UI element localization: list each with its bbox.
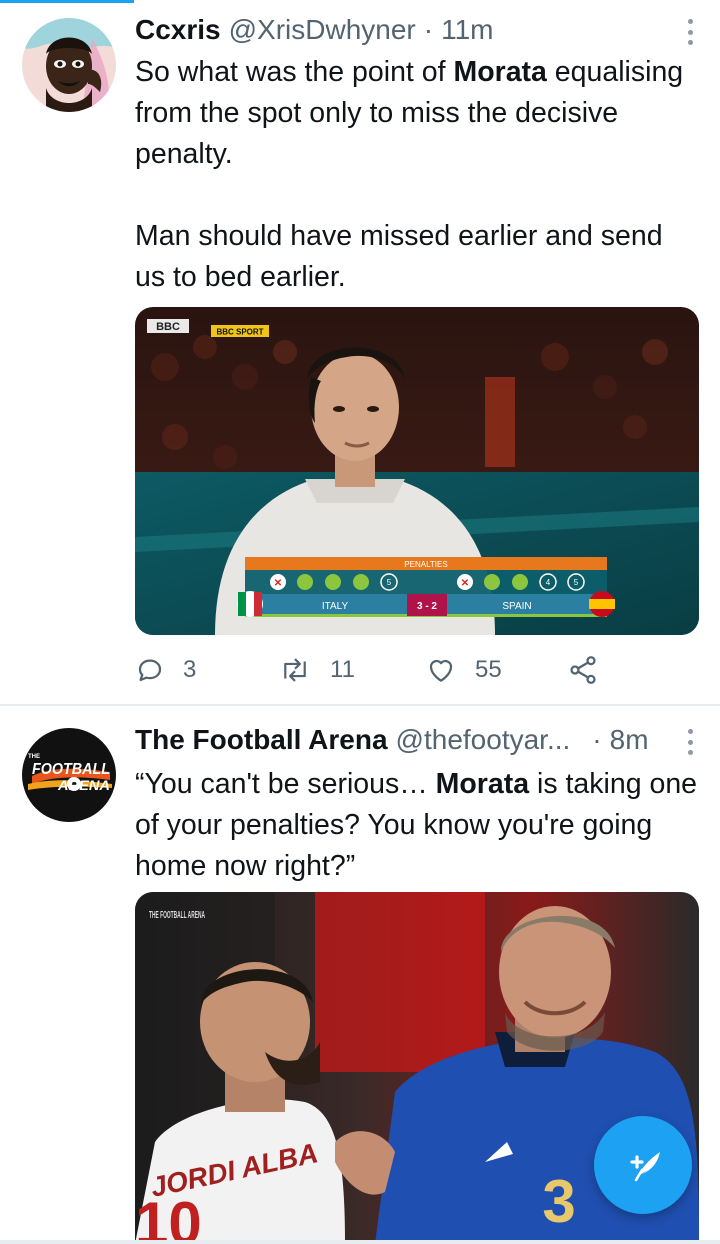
more-icon[interactable] bbox=[684, 729, 696, 755]
timestamp[interactable]: 11m bbox=[441, 14, 493, 46]
author-handle[interactable]: @thefootyar... bbox=[396, 724, 571, 756]
like-count: 55 bbox=[475, 656, 502, 683]
tweet-header: The Football Arena @thefootyar... · 8m bbox=[135, 722, 700, 758]
tweet-text: So what was the point of Morata equalisi… bbox=[135, 52, 700, 298]
tweet-paragraph: So what was the point of Morata equalisi… bbox=[135, 52, 700, 175]
broadcaster-sport-logo: BBC SPORT bbox=[216, 328, 263, 337]
svg-text:✕: ✕ bbox=[274, 578, 282, 589]
broadcaster-logo: BBC bbox=[156, 321, 180, 333]
tweet-image[interactable]: BBC BBC SPORT PENALTIES ✕ 5 ✕ 4 5 ITALY … bbox=[135, 307, 699, 635]
image-watermark: THE FOOTBALL ARENA bbox=[149, 910, 205, 921]
like-icon bbox=[429, 659, 453, 682]
timestamp[interactable]: 8m bbox=[610, 724, 649, 756]
text-span: So what was the point of bbox=[135, 56, 454, 88]
author-handle[interactable]: @XrisDwhyner bbox=[229, 14, 416, 46]
separator-dot: · bbox=[423, 14, 434, 45]
author-name[interactable]: Ccxris bbox=[135, 14, 221, 46]
home-team-name: ITALY bbox=[322, 601, 349, 612]
tweet-paragraph: Man should have missed earlier and send … bbox=[135, 220, 663, 293]
svg-text:5: 5 bbox=[574, 578, 579, 587]
svg-text:5: 5 bbox=[387, 578, 392, 587]
away-team-name: SPAIN bbox=[502, 601, 531, 612]
jersey-number-left: 10 bbox=[135, 1190, 202, 1244]
tweet[interactable]: Ccxris @XrisDwhyner · 11m So what was th… bbox=[0, 0, 720, 704]
reply-count: 3 bbox=[183, 656, 197, 683]
avatar-prefix: THE bbox=[28, 754, 40, 760]
highlighted-term: Morata bbox=[435, 768, 530, 800]
share-button[interactable] bbox=[567, 650, 617, 690]
penalty-score: 3 - 2 bbox=[417, 601, 437, 612]
retweet-icon bbox=[284, 658, 306, 682]
share-icon bbox=[570, 656, 596, 684]
highlighted-term: Morata bbox=[453, 56, 547, 88]
tweet-text: “You can't be serious… Morata is taking … bbox=[135, 764, 700, 887]
jersey-number-right: 3 bbox=[542, 1168, 575, 1235]
avatar-text-football: FOOTBALL bbox=[32, 761, 110, 778]
reply-icon bbox=[138, 659, 162, 682]
scoreboard-title: PENALTIES bbox=[404, 560, 447, 569]
avatar[interactable]: THE FOOTBALL ARENA bbox=[22, 728, 116, 822]
svg-text:4: 4 bbox=[546, 578, 551, 587]
retweet-button[interactable]: 11 bbox=[278, 650, 355, 690]
penalty-scoreboard: PENALTIES ✕ 5 ✕ 4 5 ITALY 3 - 2 SPAIN bbox=[237, 557, 615, 617]
separator-dot: · bbox=[592, 724, 602, 755]
text-span: “You can't be serious… bbox=[135, 768, 436, 800]
more-icon[interactable] bbox=[684, 19, 696, 45]
tweet-header: Ccxris @XrisDwhyner · 11m bbox=[135, 12, 700, 48]
svg-text:✕: ✕ bbox=[461, 578, 469, 589]
avatar[interactable] bbox=[22, 18, 116, 112]
reply-button[interactable]: 3 bbox=[135, 650, 196, 690]
bottom-edge bbox=[0, 1240, 720, 1244]
tweet-actions: 3 11 55 bbox=[135, 650, 615, 690]
avatar-text-arena: ARENA bbox=[57, 777, 110, 793]
like-button[interactable]: 55 bbox=[425, 650, 502, 690]
retweet-count: 11 bbox=[330, 656, 355, 683]
compose-tweet-button[interactable] bbox=[594, 1116, 692, 1214]
author-name[interactable]: The Football Arena bbox=[135, 724, 388, 756]
compose-tweet-icon bbox=[630, 1152, 660, 1182]
